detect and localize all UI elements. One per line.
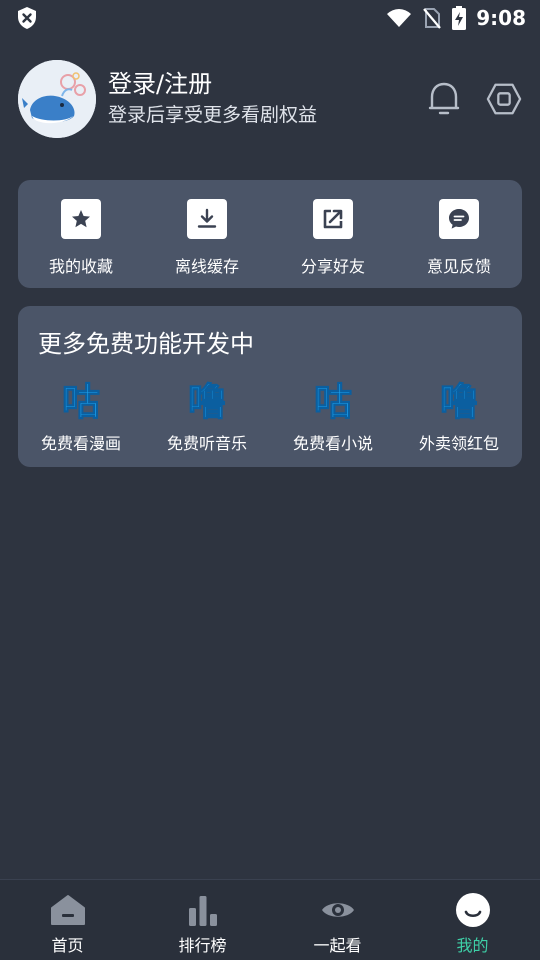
feedback-icon — [439, 199, 479, 239]
gu-glyph-icon: 咕 — [61, 380, 100, 425]
quick-action-label: 意见反馈 — [426, 257, 491, 276]
nav-label: 首页 — [51, 936, 84, 955]
gu-glyph-icon: 咕 — [313, 380, 352, 425]
more-feature-label: 免费看漫画 — [40, 434, 121, 453]
profile-text[interactable]: 登录/注册 登录后享受更多看剧权益 — [108, 68, 426, 130]
more-features-title: 更多免费功能开发中 — [38, 330, 254, 358]
more-features-card: 更多免费功能开发中 咕 免费看漫画 噜 免费听音乐 咕 免费看小说 噜 外卖领红… — [18, 306, 522, 467]
battery-charging-icon — [452, 6, 467, 30]
star-icon — [61, 199, 101, 239]
header-actions — [426, 81, 522, 117]
share-icon — [313, 199, 353, 239]
nav-label: 一起看 — [313, 936, 362, 955]
offline-cache-button[interactable]: 离线缓存 — [144, 180, 270, 288]
login-benefits-subtitle: 登录后享受更多看剧权益 — [108, 104, 318, 126]
bottom-nav: 首页 排行榜 一起看 我的 — [0, 879, 540, 960]
login-register-title[interactable]: 登录/注册 — [108, 68, 426, 100]
nav-item-home[interactable]: 首页 — [0, 880, 135, 960]
home-icon — [48, 892, 88, 928]
whale-avatar-icon[interactable] — [18, 60, 96, 138]
more-feature-label: 免费听音乐 — [166, 434, 247, 453]
no-sim-icon — [422, 7, 442, 29]
free-novels-button[interactable]: 咕 免费看小说 — [270, 380, 396, 454]
smile-icon — [453, 892, 493, 928]
free-comics-button[interactable]: 咕 免费看漫画 — [18, 380, 144, 454]
feedback-button[interactable]: 意见反馈 — [396, 180, 522, 288]
settings-icon[interactable] — [486, 81, 522, 117]
quick-action-label: 离线缓存 — [174, 257, 239, 276]
quick-actions-card: 我的收藏 离线缓存 分享好友 意见反馈 — [18, 180, 522, 288]
download-icon — [187, 199, 227, 239]
share-friends-button[interactable]: 分享好友 — [270, 180, 396, 288]
bar-chart-icon — [183, 892, 223, 928]
quick-action-label: 我的收藏 — [48, 257, 113, 276]
nav-item-watch-together[interactable]: 一起看 — [270, 880, 405, 960]
shield-x-icon — [16, 6, 38, 30]
nav-label: 排行榜 — [178, 936, 227, 955]
more-feature-label: 免费看小说 — [292, 434, 373, 453]
more-feature-label: 外卖领红包 — [418, 434, 499, 453]
takeout-coupon-button[interactable]: 噜 外卖领红包 — [396, 380, 522, 454]
nav-item-ranking[interactable]: 排行榜 — [135, 880, 270, 960]
favorites-button[interactable]: 我的收藏 — [18, 180, 144, 288]
eye-icon — [318, 892, 358, 928]
status-bar: 9:08 — [0, 0, 540, 36]
status-time: 9:08 — [476, 6, 526, 30]
lu-glyph-icon: 噜 — [187, 380, 226, 425]
quick-action-label: 分享好友 — [300, 257, 365, 276]
profile-header: 登录/注册 登录后享受更多看剧权益 — [18, 60, 522, 138]
nav-label: 我的 — [456, 936, 489, 955]
bell-icon[interactable] — [426, 81, 462, 117]
free-music-button[interactable]: 噜 免费听音乐 — [144, 380, 270, 454]
wifi-icon — [386, 8, 412, 28]
lu-glyph-icon: 噜 — [439, 380, 478, 425]
nav-item-mine[interactable]: 我的 — [405, 880, 540, 960]
